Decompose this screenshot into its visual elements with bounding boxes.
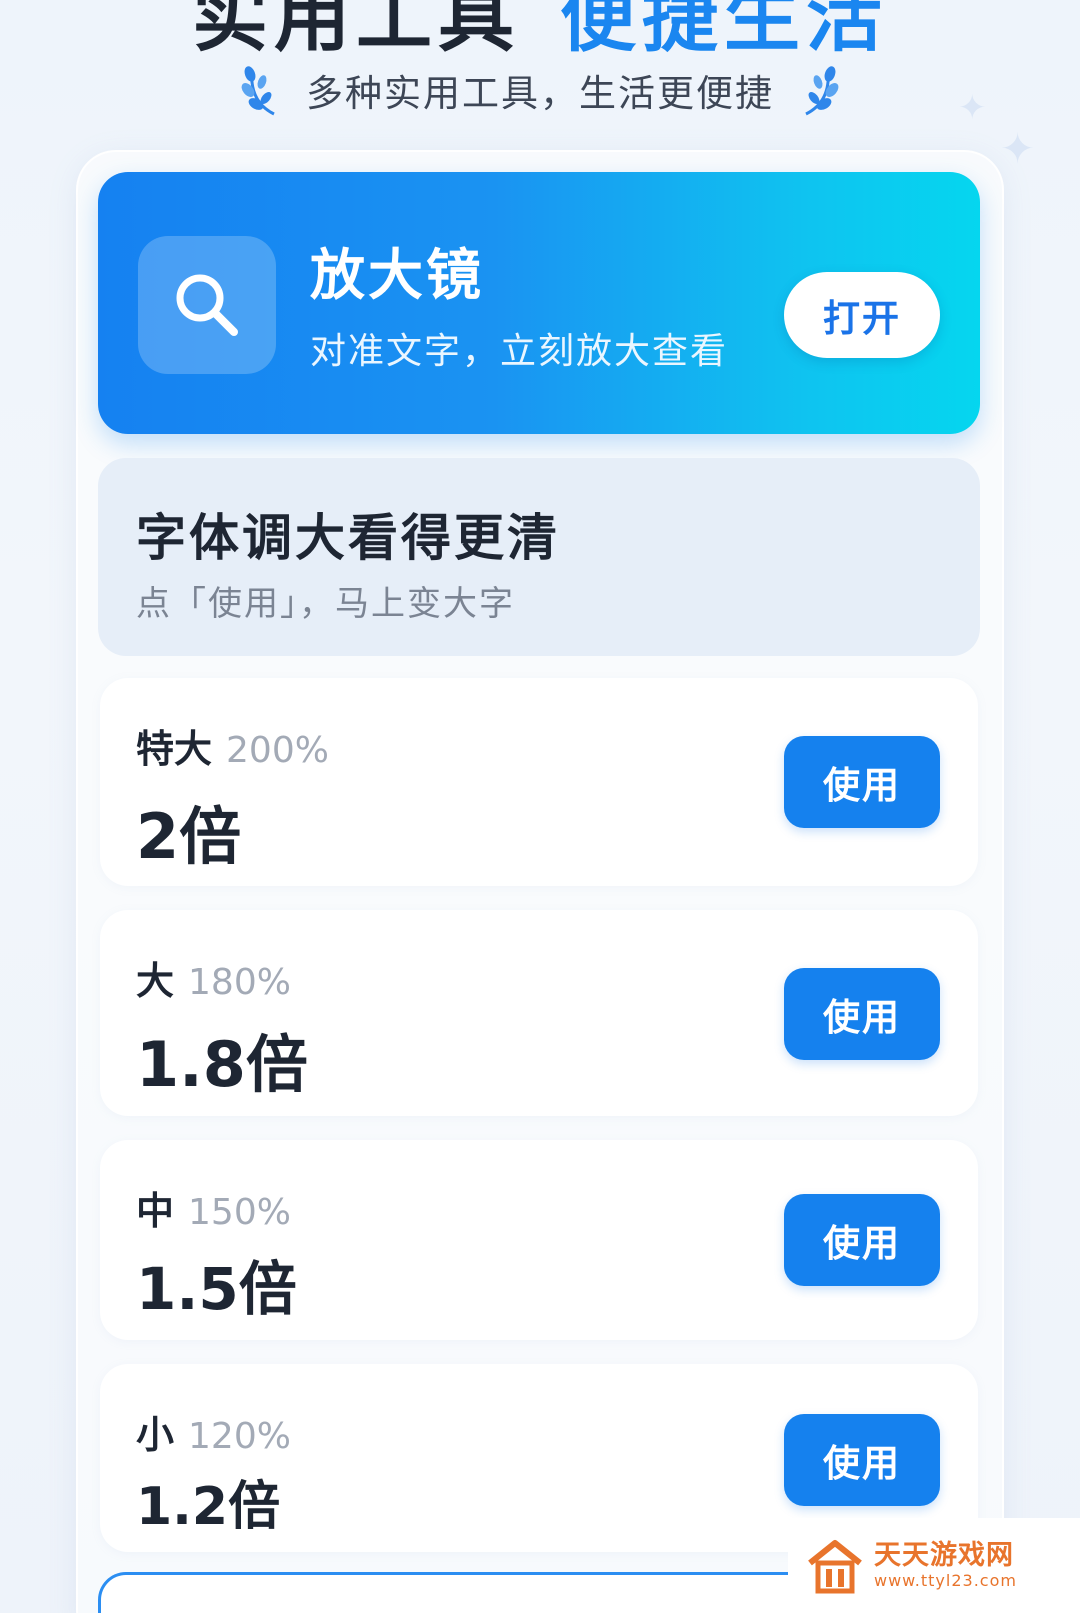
size-option-name: 标准 xyxy=(137,1603,217,1613)
size-option-percent: 120% xyxy=(188,1416,291,1457)
search-icon xyxy=(176,274,238,336)
size-name-text: 大 xyxy=(136,959,175,1003)
size-name-text: 小 xyxy=(136,1413,175,1457)
size-option-percent: 200% xyxy=(226,730,329,771)
size-option-card: 特大 200% 2倍 使用 xyxy=(100,678,978,886)
size-option-name: 中 150% xyxy=(136,1180,291,1235)
sparkle-icon: ✦ xyxy=(1000,124,1036,173)
laurel-right-icon xyxy=(805,66,839,116)
use-button-200[interactable]: 使用 xyxy=(784,736,940,828)
size-option-name: 小 120% xyxy=(136,1404,291,1459)
size-name-text: 特大 xyxy=(136,727,213,771)
watermark-text: 天天游戏网 www.ttyl23.com xyxy=(874,1542,1017,1589)
size-option-percent: 180% xyxy=(188,962,291,1003)
page-title-blue: 便捷生活 xyxy=(560,0,888,62)
font-size-description: 点「使用」，马上变大字 xyxy=(136,584,515,624)
size-option-card: 中 150% 1.5倍 使用 xyxy=(100,1140,978,1340)
size-option-multiplier: 2倍 xyxy=(136,800,242,873)
use-button-180[interactable]: 使用 xyxy=(784,968,940,1060)
page-subtitle: 多种实用工具，生活更便捷 xyxy=(306,72,774,115)
size-option-name: 特大 200% xyxy=(136,718,329,773)
page-title: 实用工具 便捷生活 xyxy=(0,0,1080,62)
watermark-name: 天天游戏网 xyxy=(874,1540,1014,1571)
page-title-dark: 实用工具 xyxy=(192,0,520,62)
font-size-section: 字体调大看得更清 点「使用」，马上变大字 xyxy=(98,458,980,656)
magnifier-title: 放大镜 xyxy=(310,243,485,307)
magnifier-description: 对准文字，立刻放大查看 xyxy=(310,331,729,372)
house-logo-icon xyxy=(808,1539,862,1593)
size-option-multiplier: 1.8倍 xyxy=(136,1028,308,1101)
laurel-left-icon xyxy=(241,66,275,116)
magnifier-card[interactable]: 放大镜 对准文字，立刻放大查看 打开 xyxy=(98,172,980,434)
size-option-multiplier: 1.2倍 xyxy=(136,1477,281,1537)
subtitle-row: 多种实用工具，生活更便捷 xyxy=(0,62,1080,118)
use-button-150[interactable]: 使用 xyxy=(784,1194,940,1286)
size-name-text: 中 xyxy=(136,1189,175,1233)
use-button-120[interactable]: 使用 xyxy=(784,1414,940,1506)
size-option-name: 大 180% xyxy=(136,950,291,1005)
watermark-url: www.ttyl23.com xyxy=(874,1571,1017,1590)
magnifier-icon-box xyxy=(138,236,276,374)
size-option-card: 大 180% 1.8倍 使用 xyxy=(100,910,978,1116)
watermark: 天天游戏网 www.ttyl23.com xyxy=(788,1518,1080,1613)
sparkle-icon: ✦ xyxy=(958,88,987,128)
font-size-title: 字体调大看得更清 xyxy=(136,509,560,567)
size-option-percent: 150% xyxy=(188,1192,291,1233)
open-magnifier-button[interactable]: 打开 xyxy=(784,272,940,358)
size-option-multiplier: 1.5倍 xyxy=(136,1255,297,1323)
